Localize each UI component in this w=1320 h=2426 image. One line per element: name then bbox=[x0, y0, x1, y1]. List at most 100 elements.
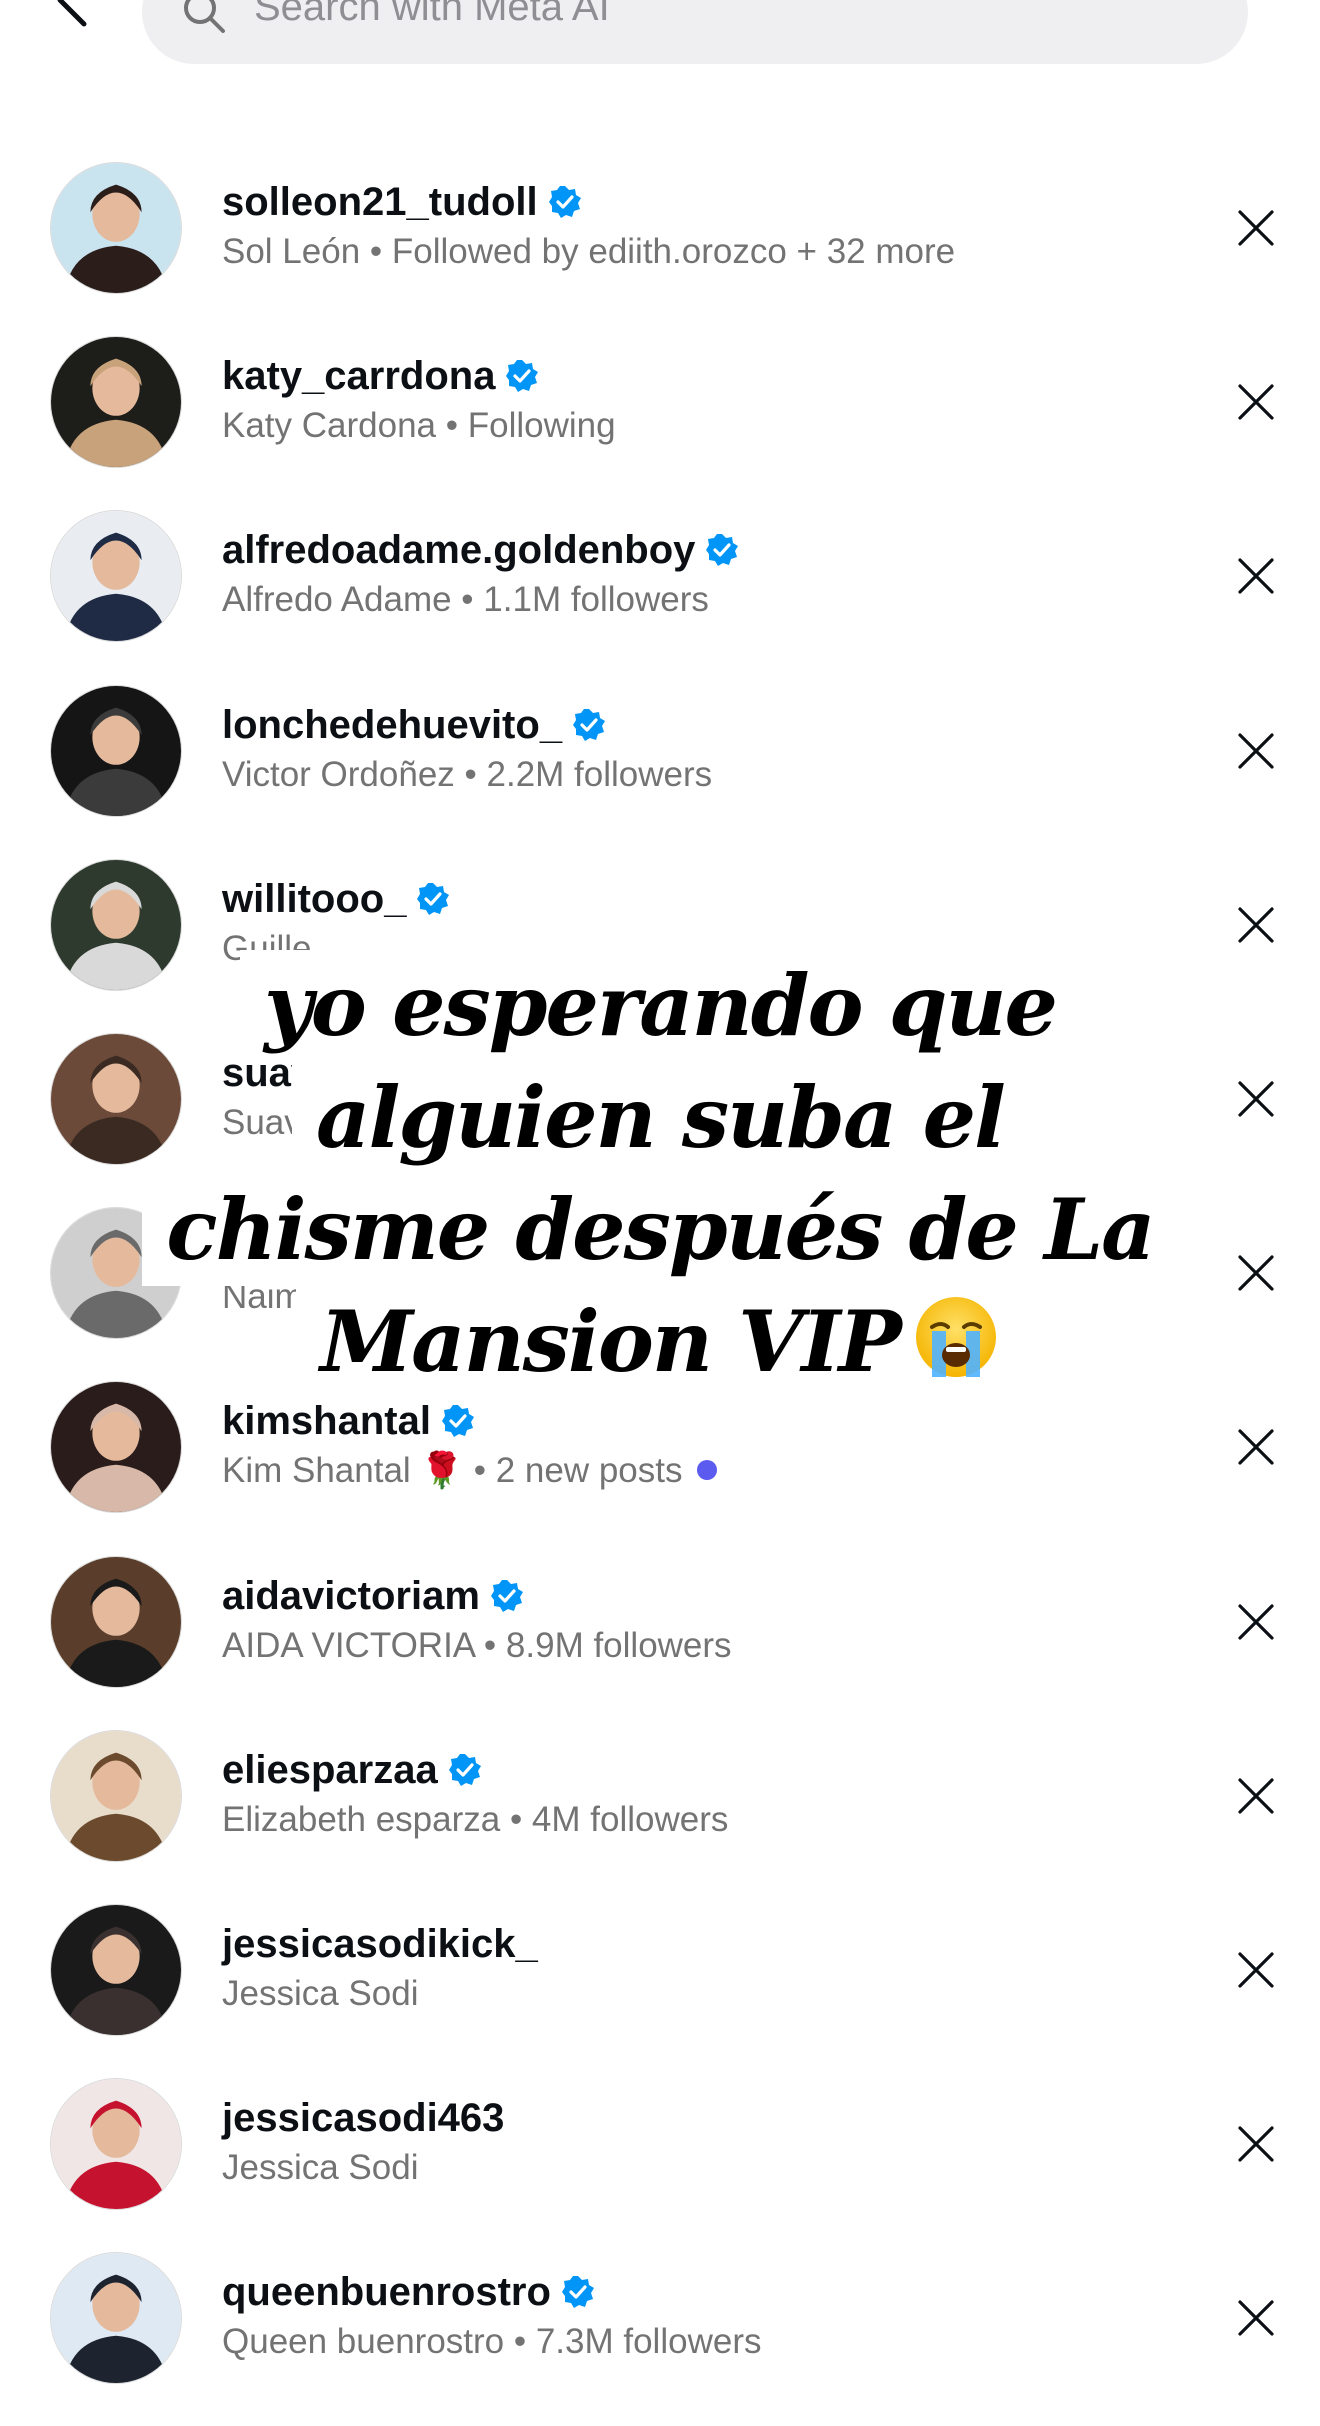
close-icon bbox=[1238, 1778, 1274, 1814]
account-row[interactable]: aidavictoriam AIDA VICTORIA • 8.9M follow… bbox=[0, 1555, 1320, 1730]
username-line: kimshantal bbox=[222, 1397, 475, 1445]
remove-search-button[interactable] bbox=[1232, 1249, 1280, 1297]
username-line: n bbox=[222, 1223, 246, 1271]
verified-badge-icon bbox=[505, 359, 539, 393]
remove-search-button[interactable] bbox=[1232, 552, 1280, 600]
account-subtitle: Katy Cardona • Following bbox=[222, 404, 616, 448]
close-icon bbox=[1238, 1255, 1274, 1291]
account-subtitle: Naim Al bbox=[222, 1275, 343, 1319]
account-subtitle-text: Sol León • Followed by ediith.orozco + 3… bbox=[222, 232, 956, 271]
username[interactable]: suavec bbox=[222, 1049, 358, 1097]
username[interactable]: lonchedehuevito_ bbox=[222, 701, 562, 749]
account-row[interactable]: jessicasodikick_ Jessica Sodi bbox=[0, 1904, 1320, 2078]
account-row[interactable]: willitooo_ Guille bbox=[0, 858, 1320, 1033]
remove-search-button[interactable] bbox=[1232, 2294, 1280, 2342]
verified-badge-icon bbox=[441, 1404, 475, 1438]
username[interactable]: queenbuenrostro bbox=[222, 2268, 551, 2316]
close-icon bbox=[1238, 1081, 1274, 1117]
username[interactable]: kimshantal bbox=[222, 1397, 431, 1445]
username[interactable]: jessicasodikick_ bbox=[222, 1920, 538, 1968]
remove-search-button[interactable] bbox=[1232, 727, 1280, 775]
avatar[interactable] bbox=[50, 1904, 182, 2036]
remove-search-button[interactable] bbox=[1232, 1598, 1280, 1646]
avatar[interactable] bbox=[50, 1381, 182, 1514]
close-icon bbox=[1238, 384, 1274, 420]
account-row[interactable]: jessicasodi463 Jessica Sodi bbox=[0, 2078, 1320, 2252]
username[interactable]: aidavictoriam bbox=[222, 1572, 480, 1620]
username[interactable]: n bbox=[222, 1223, 246, 1271]
username[interactable]: willitooo_ bbox=[222, 875, 406, 923]
username-line: katy_carrdona bbox=[222, 352, 539, 400]
avatar[interactable] bbox=[50, 2252, 182, 2385]
account-subtitle-text: Elizabeth esparza • 4M followers bbox=[222, 1799, 729, 1839]
account-row[interactable]: katy_carrdona Katy Cardona • Following bbox=[0, 336, 1320, 510]
avatar[interactable] bbox=[50, 1207, 182, 1340]
account-subtitle: Elizabeth esparza • 4M followers bbox=[222, 1798, 728, 1842]
account-subtitle-text: Jessica Sodi bbox=[222, 2148, 419, 2188]
account-row[interactable]: queenbuenrostro Queen buenrostro • 7.3M f… bbox=[0, 2252, 1320, 2426]
avatar[interactable] bbox=[50, 1555, 182, 1688]
close-icon bbox=[1238, 210, 1274, 246]
avatar[interactable] bbox=[50, 1729, 182, 1862]
close-icon bbox=[1238, 2300, 1274, 2336]
account-subtitle-text: Jessica Sodi bbox=[222, 1974, 419, 2013]
account-subtitle: Queen buenrostro • 7.3M followers bbox=[222, 2320, 761, 2364]
remove-search-button[interactable] bbox=[1232, 378, 1280, 426]
account-subtitle: Victor Ordoñez • 2.2M followers bbox=[222, 753, 712, 797]
account-subtitle-text: Victor Ordoñez • 2.2M followers bbox=[222, 754, 713, 794]
close-icon bbox=[1238, 732, 1274, 769]
account-subtitle: Guille bbox=[222, 927, 311, 971]
account-row[interactable]: lonchedehuevito_ Victor Ordoñez • 2.2M fo… bbox=[0, 684, 1320, 859]
remove-search-button[interactable] bbox=[1232, 204, 1280, 252]
remove-search-button[interactable] bbox=[1232, 1772, 1280, 1820]
account-subtitle-text: Naim Al bbox=[222, 1277, 343, 1317]
new-posts-dot bbox=[696, 1460, 717, 1481]
username[interactable]: alfredoadame.goldenboy bbox=[222, 526, 695, 574]
close-icon bbox=[1238, 2126, 1274, 2162]
account-subtitle-text: Alfredo Adame • 1.1M followers bbox=[222, 580, 709, 620]
close-icon bbox=[1238, 558, 1274, 594]
account-row[interactable]: kimshantal Kim Shantal 🌹 • 2 new posts bbox=[0, 1381, 1320, 1555]
verified-badge-icon bbox=[561, 2275, 595, 2309]
username[interactable]: jessicasodi463 bbox=[222, 2094, 504, 2142]
account-row[interactable]: n Naim Al bbox=[0, 1207, 1320, 1381]
account-subtitle-text: Guille bbox=[222, 928, 312, 968]
avatar[interactable] bbox=[50, 1033, 182, 1165]
username[interactable]: eliesparzaa bbox=[222, 1746, 438, 1794]
avatar[interactable] bbox=[50, 2078, 182, 2211]
remove-search-button[interactable] bbox=[1232, 2120, 1280, 2168]
account-row[interactable]: eliesparzaa Elizabeth esparza • 4M follow… bbox=[0, 1729, 1320, 1904]
account-subtitle: Suave • bbox=[222, 1101, 343, 1145]
account-subtitle: Sol León • Followed by ediith.orozco + 3… bbox=[222, 230, 955, 274]
account-subtitle: Alfredo Adame • 1.1M followers bbox=[222, 578, 709, 622]
close-icon bbox=[1238, 907, 1274, 943]
username-line: alfredoadame.goldenboy bbox=[222, 526, 739, 574]
account-subtitle: Jessica Sodi bbox=[222, 2146, 418, 2190]
account-row[interactable]: suavec Suave • bbox=[0, 1033, 1320, 1207]
account-subtitle-text: Katy Cardona • Following bbox=[222, 406, 616, 446]
account-subtitle-text: Queen buenrostro • 7.3M followers bbox=[222, 2322, 762, 2362]
avatar[interactable] bbox=[50, 162, 182, 294]
avatar[interactable] bbox=[50, 684, 182, 817]
username-line: eliesparzaa bbox=[222, 1746, 482, 1794]
remove-search-button[interactable] bbox=[1232, 1946, 1280, 1994]
account-row[interactable]: alfredoadame.goldenboy Alfredo Adame • 1.… bbox=[0, 510, 1320, 684]
account-subtitle-text: AIDA VICTORIA • 8.9M followers bbox=[222, 1625, 732, 1665]
avatar[interactable] bbox=[50, 510, 182, 643]
avatar[interactable] bbox=[50, 858, 182, 991]
remove-search-button[interactable] bbox=[1232, 901, 1280, 949]
verified-badge-icon bbox=[548, 185, 582, 219]
username-line: willitooo_ bbox=[222, 875, 450, 923]
username-line: lonchedehuevito_ bbox=[222, 701, 606, 749]
verified-badge-icon bbox=[490, 1579, 524, 1613]
username-line: jessicasodikick_ bbox=[222, 1920, 538, 1968]
avatar[interactable] bbox=[50, 336, 182, 469]
remove-search-button[interactable] bbox=[1232, 1075, 1280, 1123]
username[interactable]: solleon21_tudoll bbox=[222, 178, 538, 226]
remove-search-button[interactable] bbox=[1232, 1423, 1280, 1471]
username[interactable]: katy_carrdona bbox=[222, 352, 495, 400]
account-subtitle-text: Suave • bbox=[222, 1103, 344, 1142]
username-line: solleon21_tudoll bbox=[222, 178, 582, 226]
close-icon bbox=[1238, 1429, 1274, 1465]
account-row[interactable]: solleon21_tudoll Sol León • Followed by e… bbox=[0, 162, 1320, 336]
